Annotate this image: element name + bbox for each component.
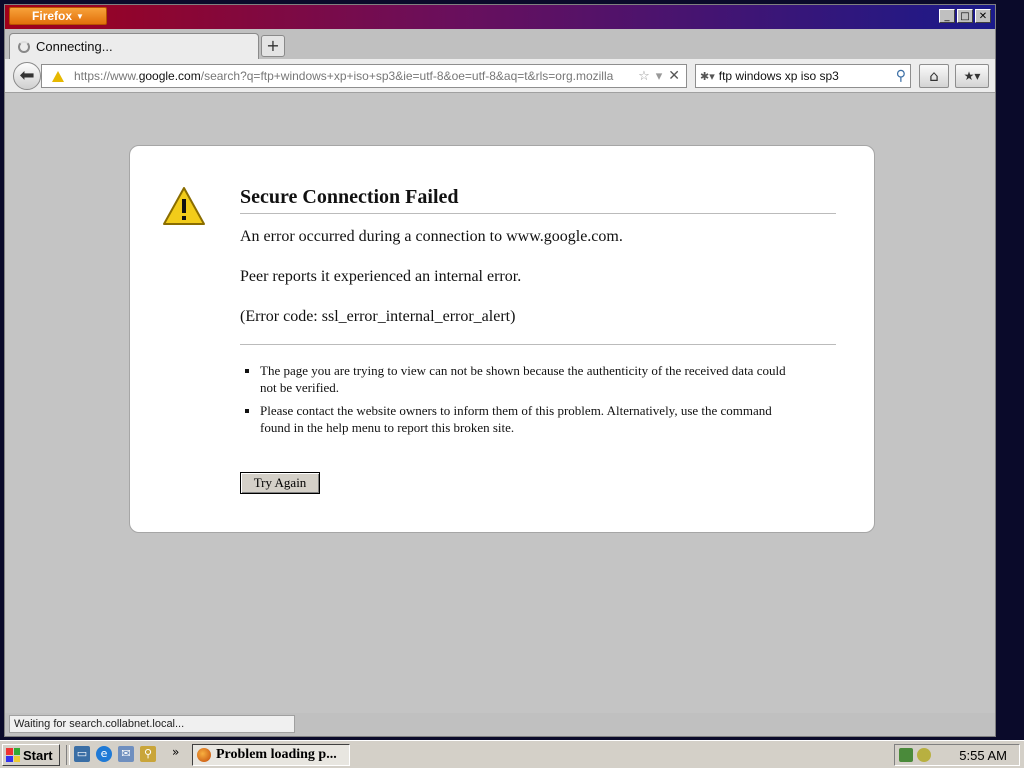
divider (240, 344, 836, 345)
firefox-window: Firefox ▼ _ □ ✕ Connecting... + ⬅ https:… (4, 4, 996, 737)
error-details-list: The page you are trying to view can not … (246, 362, 800, 442)
title-bar: Firefox ▼ _ □ ✕ (5, 5, 995, 29)
url-bar[interactable]: https://www.google.com/search?q=ftp+wind… (41, 64, 687, 88)
error-line-1: An error occurred during a connection to… (240, 228, 623, 245)
maximize-button[interactable]: □ (957, 9, 973, 23)
search-icon[interactable]: ⚲ (140, 746, 156, 762)
search-engine-icon[interactable]: ✱▾ (700, 70, 715, 83)
home-icon: ⌂ (929, 67, 939, 85)
start-button[interactable]: Start (2, 744, 60, 766)
status-text: Waiting for search.collabnet.local... (9, 715, 295, 733)
dropdown-icon[interactable]: ▾ (656, 69, 663, 84)
page-content: Secure Connection Failed An error occurr… (5, 93, 995, 713)
tab-connecting[interactable]: Connecting... (9, 33, 259, 59)
close-button[interactable]: ✕ (975, 9, 991, 23)
quick-launch: ▭ e ✉ ⚲ (74, 746, 156, 762)
status-bar: Waiting for search.collabnet.local... (5, 713, 995, 736)
url-rest: /search?q=ftp+windows+xp+iso+sp3&ie=utf-… (200, 69, 614, 83)
navigation-toolbar: ⬅ https://www.google.com/search?q=ftp+wi… (5, 59, 995, 93)
try-again-button[interactable]: Try Again (240, 472, 320, 494)
bookmarks-icon: ★▾ (963, 69, 981, 83)
back-arrow-icon: ⬅ (19, 65, 35, 86)
tab-strip: Connecting... + (5, 29, 995, 59)
error-title: Secure Connection Failed (240, 186, 836, 214)
warning-icon (163, 187, 205, 225)
list-item: Please contact the website owners to inf… (260, 402, 800, 436)
back-button[interactable]: ⬅ (13, 62, 41, 90)
url-tools: ☆ ▾ ✕ (632, 68, 686, 84)
taskbar-item-firefox[interactable]: Problem loading p... (192, 744, 350, 766)
tab-title: Connecting... (36, 39, 113, 54)
error-line-2: Peer reports it experienced an internal … (240, 268, 522, 285)
error-panel: Secure Connection Failed An error occurr… (129, 145, 875, 533)
home-button[interactable]: ⌂ (919, 64, 949, 88)
firefox-icon (197, 748, 211, 762)
spinner-icon (18, 40, 30, 53)
taskbar: Start ▭ e ✉ ⚲ » Problem loading p... 5:5… (0, 740, 1024, 768)
quick-launch-separator (66, 745, 70, 765)
start-label: Start (23, 747, 53, 763)
tray-app-icon[interactable] (917, 748, 931, 762)
quick-launch-overflow[interactable]: » (172, 745, 179, 759)
taskbar-item-label: Problem loading p... (216, 747, 337, 762)
firefox-menu-button[interactable]: Firefox ▼ (9, 7, 107, 25)
search-input[interactable]: ftp windows xp iso sp3 (719, 69, 892, 83)
new-tab-button[interactable]: + (261, 35, 285, 57)
url-prefix: https://www. (74, 69, 139, 83)
chevron-down-icon: ▼ (76, 11, 84, 21)
firefox-menu-label: Firefox (32, 9, 73, 23)
url-text[interactable]: https://www.google.com/search?q=ftp+wind… (74, 69, 632, 83)
network-icon[interactable] (899, 748, 913, 762)
minimize-button[interactable]: _ (939, 9, 955, 23)
error-code: (Error code: ssl_error_internal_error_al… (240, 308, 516, 325)
bookmarks-button[interactable]: ★▾ (955, 64, 989, 88)
search-bar[interactable]: ✱▾ ftp windows xp iso sp3 ⚲ (695, 64, 911, 88)
internet-explorer-icon[interactable]: e (96, 746, 112, 762)
url-domain: google.com (138, 69, 201, 83)
system-tray: 5:55 AM (894, 744, 1020, 766)
show-desktop-icon[interactable]: ▭ (74, 746, 90, 762)
clock[interactable]: 5:55 AM (959, 748, 1007, 763)
list-item: The page you are trying to view can not … (260, 362, 800, 396)
window-controls: _ □ ✕ (939, 9, 991, 23)
outlook-express-icon[interactable]: ✉ (118, 746, 134, 762)
warning-icon (52, 70, 64, 82)
windows-logo-icon (6, 748, 20, 762)
stop-icon[interactable]: ✕ (668, 68, 680, 84)
star-icon[interactable]: ☆ (638, 69, 650, 84)
magnifier-icon[interactable]: ⚲ (896, 68, 906, 84)
